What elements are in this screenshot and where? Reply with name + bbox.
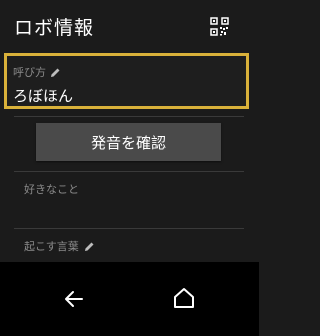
confirm-pronunciation-button[interactable]: 発音を確認 [36,123,221,161]
divider [14,116,244,117]
divider [14,171,244,172]
back-arrow-icon[interactable] [62,287,86,311]
nickname-value: ろぼほん [13,87,74,105]
pencil-icon [84,242,94,251]
favorites-label: 好きなこと [24,183,79,196]
favorites-field[interactable]: 好きなこと [24,181,79,197]
pencil-icon [51,68,60,77]
nickname-label-row: 呼び方 [13,64,61,80]
home-icon[interactable] [172,286,196,310]
wake-word-field[interactable]: 起こす言葉 [24,238,95,254]
divider [14,228,244,229]
wake-word-label: 起こす言葉 [24,240,79,253]
page-title: ロボ情報 [14,17,95,39]
nickname-label: 呼び方 [13,66,46,79]
nickname-field[interactable]: 呼び方 ろぼほん [4,53,249,109]
navigation-bar [0,262,259,336]
app-header: ロボ情報 [0,0,259,52]
qr-code-icon[interactable] [210,17,229,36]
